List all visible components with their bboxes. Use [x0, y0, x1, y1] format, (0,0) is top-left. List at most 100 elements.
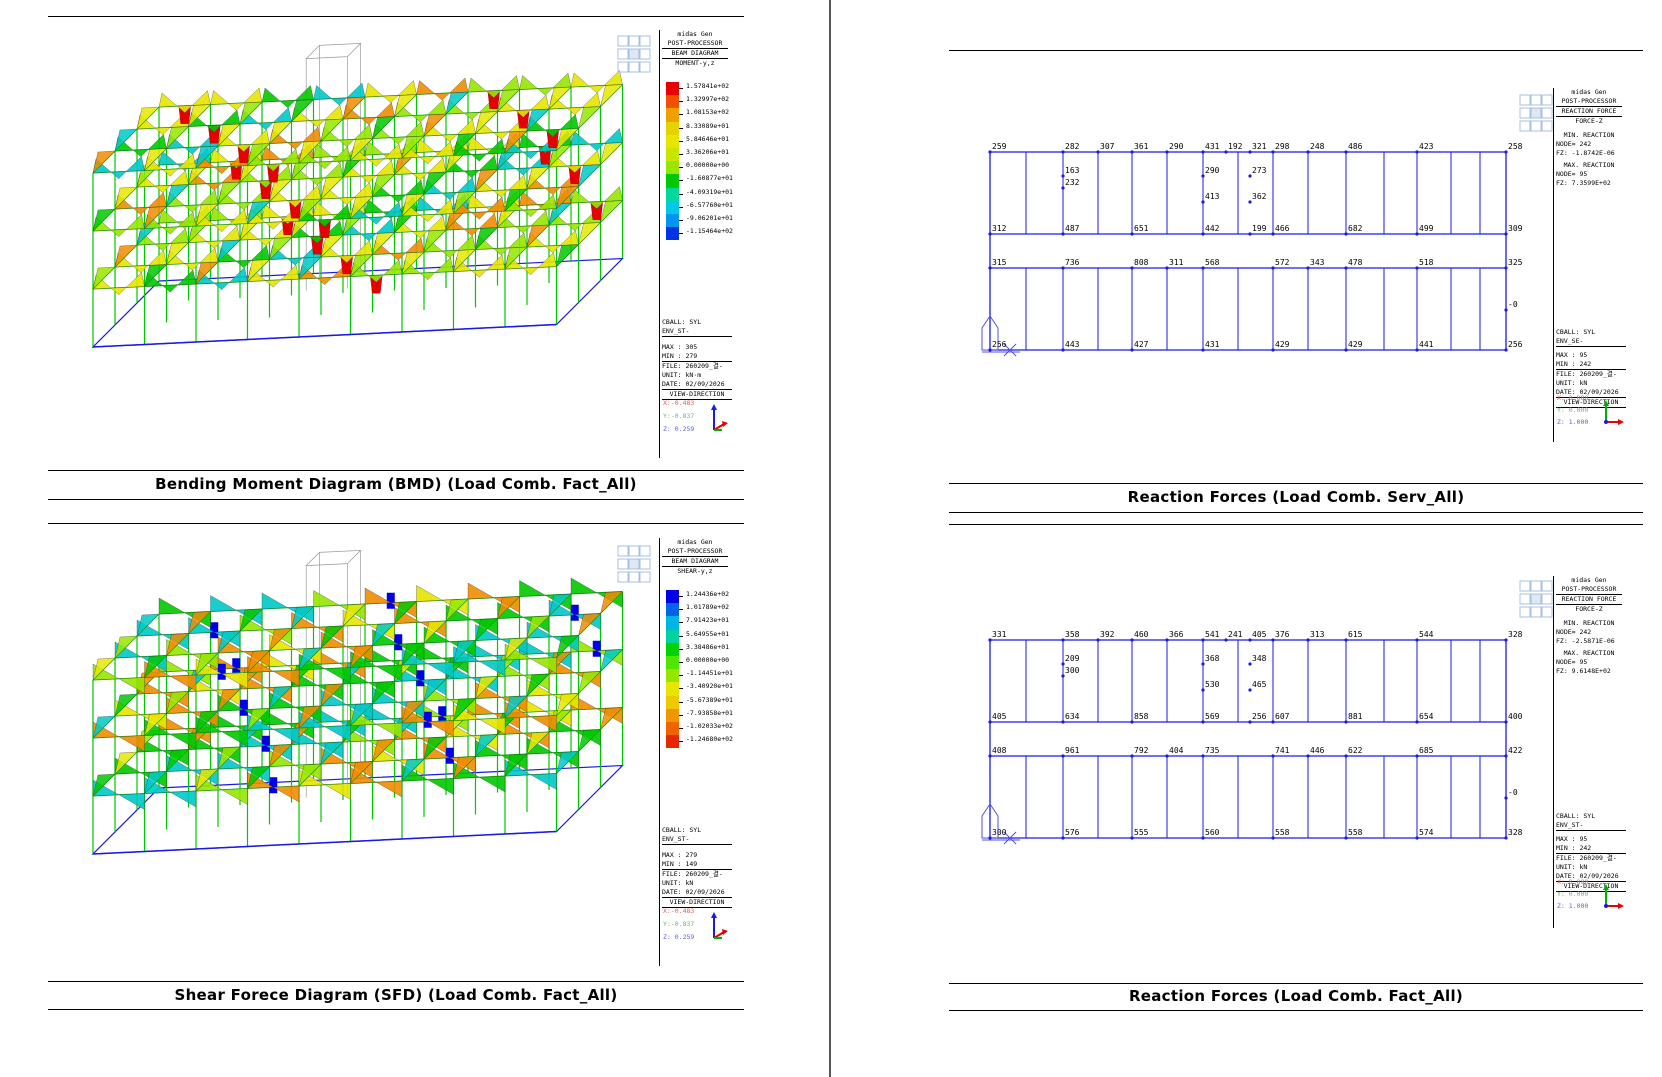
- node-label: 541: [1205, 630, 1220, 639]
- node-label: 348: [1252, 654, 1267, 663]
- min-label: MIN : 242: [1556, 844, 1626, 854]
- node-label: 568: [1205, 258, 1220, 267]
- node-label: 413: [1205, 192, 1220, 201]
- legend-value: 3.38486e+01: [686, 642, 730, 651]
- node-label: 422: [1508, 746, 1523, 755]
- legend-swatch: [666, 603, 679, 617]
- rf2-view-dir: X: 0.000 Y: 0.000 Z: 1.000: [1557, 876, 1588, 912]
- node-label: 555: [1134, 828, 1149, 837]
- node-label: 808: [1134, 258, 1149, 267]
- axis-triad-icon: [706, 404, 730, 434]
- node-label: 331: [992, 630, 1007, 639]
- rule: [48, 523, 744, 524]
- legend-swatch: [666, 642, 679, 656]
- node-label: 735: [1205, 746, 1220, 755]
- legend-value: 1.32997e+02: [686, 95, 730, 104]
- node-label: 358: [1065, 630, 1080, 639]
- bmd-3d-frame: [91, 43, 625, 348]
- node-label: 343: [1310, 258, 1325, 267]
- node-label: 465: [1252, 680, 1267, 689]
- unit-label: UNIT: kN: [662, 879, 694, 887]
- node-label: 443: [1065, 340, 1080, 349]
- node-label: 256: [1508, 340, 1523, 349]
- max-label: MAX : 95: [1556, 835, 1588, 843]
- sfd-diagram: [48, 532, 744, 972]
- node-label: -0: [1508, 300, 1518, 309]
- node-label: 572: [1275, 258, 1290, 267]
- view-cube-icon[interactable]: [1519, 580, 1553, 620]
- min-label: MIN : 149: [662, 860, 732, 870]
- node-label: 431: [1205, 340, 1220, 349]
- view-cube-icon[interactable]: [1519, 94, 1553, 134]
- node-label: 741: [1275, 746, 1290, 755]
- sfd-3d-frame: [91, 550, 625, 855]
- legend-swatch: [666, 82, 679, 96]
- view-cube-icon[interactable]: [617, 35, 651, 75]
- legend-swatch: [666, 134, 679, 148]
- node-label: 792: [1134, 746, 1149, 755]
- node-label: -0: [1508, 788, 1518, 797]
- legend-value: 1.08153e+02: [686, 108, 730, 117]
- bmd-diagram: [48, 25, 744, 465]
- node-label: 321: [1252, 142, 1267, 151]
- rule: [48, 981, 744, 982]
- node-label: 273: [1252, 166, 1267, 175]
- sfd-view-dir: X:-0.483 Y:-0.837 Z: 0.259: [663, 905, 694, 944]
- component-label: FORCE-Z: [1575, 117, 1603, 125]
- legend-value: -1.14451e+01: [686, 669, 733, 678]
- file-label: FILE: 260209_결-: [1556, 370, 1617, 378]
- bmd-info: CBALL: SYL ENV_ST- MAX : 305 MIN : 279 F…: [662, 318, 732, 400]
- bmd-caption: Bending Moment Diagram (BMD) (Load Comb.…: [155, 475, 637, 493]
- side-rule: [659, 30, 660, 458]
- node-label: 311: [1169, 258, 1184, 267]
- node-label: 569: [1205, 712, 1220, 721]
- node-label: 634: [1065, 712, 1080, 721]
- node-label: 315: [992, 258, 1007, 267]
- reaction-serv-plan: 259 282 307 361 290 431 192 321 298 248 486 423 258 1…: [980, 140, 1540, 400]
- file-label: FILE: 260209_결-: [662, 362, 723, 370]
- legend-swatch: [666, 147, 679, 162]
- node-label: 362: [1252, 192, 1267, 201]
- reaction-fact-caption: Reaction Forces (Load Comb. Fact_All): [1128, 987, 1464, 1005]
- node-label: 685: [1419, 746, 1434, 755]
- rule: [48, 1009, 744, 1010]
- rule: [949, 483, 1643, 484]
- legend-value: -7.93858e+01: [686, 708, 733, 717]
- legend-swatch: [666, 161, 679, 175]
- node-label: 300: [992, 828, 1007, 837]
- node-label: 368: [1205, 654, 1220, 663]
- post-label: POST-PROCESSOR: [1556, 97, 1622, 107]
- legend-swatch: [666, 721, 679, 736]
- node-label: 574: [1419, 828, 1434, 837]
- bmd-side-panel: midas Gen POST-PROCESSOR BEAM DIAGRAM MO…: [662, 30, 728, 68]
- node-label: 290: [1169, 142, 1184, 151]
- vz-label: Z: 1.000: [1557, 418, 1589, 426]
- legend-swatch: [666, 213, 679, 228]
- view-cube-icon[interactable]: [617, 545, 651, 585]
- brand-label: midas Gen: [1571, 88, 1607, 96]
- legend-value: -6.57760e+01: [686, 200, 733, 209]
- legend-value: -1.02033e+02: [686, 721, 733, 730]
- file-label: FILE: 260209_결-: [662, 870, 723, 878]
- node-label: 313: [1310, 630, 1325, 639]
- max-fz: FZ: 7.3599E+02: [1556, 179, 1611, 187]
- rule: [949, 1010, 1643, 1011]
- rule: [48, 470, 744, 471]
- node-label: 404: [1169, 746, 1184, 755]
- sfd-caption: Shear Forece Diagram (SFD) (Load Comb. F…: [174, 986, 618, 1004]
- rf1-view-dir: X: 0.000 Y: 0.000 Z: 1.000: [1557, 392, 1588, 428]
- vz-label: Z: 1.000: [1557, 902, 1589, 910]
- node-label: 622: [1348, 746, 1363, 755]
- unit-label: UNIT: kN: [1556, 379, 1588, 387]
- type-label: REACTION FORCE: [1556, 595, 1622, 605]
- cball-label: CBALL: SYL ENV_ST-: [1556, 812, 1626, 831]
- node-label: 486: [1348, 142, 1363, 151]
- page-divider: [829, 0, 831, 1077]
- max-node: NODE= 95: [1556, 170, 1588, 178]
- min-head: MIN. REACTION: [1563, 131, 1615, 139]
- brand-label: midas Gen: [677, 30, 713, 38]
- vy-label: Y:-0.837: [663, 920, 695, 928]
- vy-label: Y: 0.000: [1557, 406, 1589, 414]
- sfd-info: CBALL: SYL ENV_ST- MAX : 279 MIN : 149 F…: [662, 826, 732, 908]
- node-label: 312: [992, 224, 1007, 233]
